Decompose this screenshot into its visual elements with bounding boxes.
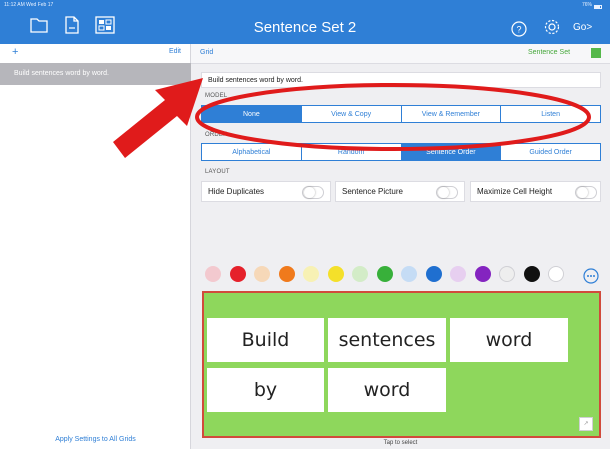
color-swatch[interactable] bbox=[254, 266, 270, 282]
color-swatch[interactable] bbox=[352, 266, 368, 282]
tap-to-select-hint: Tap to select bbox=[383, 440, 418, 446]
status-time: 11:12 AM Wed Feb 17 bbox=[4, 2, 54, 8]
word-cell[interactable]: by bbox=[207, 368, 324, 412]
color-swatch[interactable] bbox=[548, 266, 564, 282]
word-cell[interactable]: sentences bbox=[328, 318, 446, 362]
battery-status: 76% bbox=[581, 2, 604, 9]
color-swatch[interactable] bbox=[499, 266, 515, 282]
color-swatch[interactable] bbox=[474, 266, 491, 282]
go-label: Go bbox=[573, 22, 587, 33]
color-swatch[interactable] bbox=[229, 266, 246, 282]
edit-button[interactable]: Edit bbox=[169, 48, 181, 55]
hide-duplicates-label: Hide Duplicates bbox=[208, 187, 265, 196]
svg-text:?: ? bbox=[516, 25, 521, 35]
color-palette bbox=[205, 266, 565, 284]
word-cell[interactable]: word bbox=[328, 368, 446, 412]
app-window: 11:12 AM Wed Feb 17 76% Sentence Set 2 ? bbox=[0, 0, 610, 449]
hide-duplicates-toggle[interactable] bbox=[302, 186, 324, 199]
color-swatch[interactable] bbox=[376, 266, 393, 282]
maximize-cell-height-label: Maximize Cell Height bbox=[477, 187, 553, 196]
top-navigation-bar: 11:12 AM Wed Feb 17 76% Sentence Set 2 ? bbox=[0, 0, 610, 44]
maximize-cell-height-row: Maximize Cell Height bbox=[470, 181, 601, 202]
help-icon[interactable]: ? bbox=[511, 20, 527, 38]
battery-percent: 76% bbox=[581, 2, 592, 8]
chevron-right-icon: > bbox=[586, 22, 593, 33]
layout-section-label: LAYOUT bbox=[205, 169, 230, 175]
color-swatch[interactable] bbox=[303, 266, 319, 282]
word-cell[interactable]: Build bbox=[207, 318, 324, 362]
grid-back-button[interactable]: Grid bbox=[200, 49, 213, 56]
sentence-set-label: Sentence Set bbox=[528, 49, 571, 56]
sentence-grid: Build sentences word by word ↗ bbox=[202, 291, 601, 438]
color-swatch[interactable] bbox=[401, 266, 417, 282]
color-swatch[interactable] bbox=[425, 266, 442, 282]
resize-handle-icon[interactable]: ↗ bbox=[579, 417, 593, 431]
color-swatch[interactable] bbox=[450, 266, 466, 282]
sentence-picture-label: Sentence Picture bbox=[342, 187, 403, 196]
more-colors-icon[interactable] bbox=[583, 268, 599, 284]
add-sentence-button[interactable]: + bbox=[12, 46, 18, 58]
sentence-picture-toggle[interactable] bbox=[436, 186, 458, 199]
maximize-cell-height-toggle[interactable] bbox=[575, 186, 597, 199]
go-button[interactable]: Go> bbox=[573, 22, 592, 33]
battery-icon bbox=[594, 5, 602, 9]
sentence-set-color-icon bbox=[591, 48, 601, 58]
color-swatch[interactable] bbox=[523, 266, 540, 282]
status-bar: 11:12 AM Wed Feb 17 76% bbox=[0, 0, 610, 10]
apply-settings-button[interactable]: Apply Settings to All Grids bbox=[0, 436, 191, 443]
gear-icon[interactable] bbox=[543, 18, 561, 36]
sentence-picture-row: Sentence Picture bbox=[335, 181, 465, 202]
annotation-ellipse bbox=[195, 83, 591, 151]
word-cell[interactable]: word bbox=[450, 318, 568, 362]
grid-header: Grid Sentence Set bbox=[191, 44, 610, 64]
color-swatch[interactable] bbox=[205, 266, 221, 282]
hide-duplicates-row: Hide Duplicates bbox=[201, 181, 331, 202]
color-swatch[interactable] bbox=[327, 266, 344, 282]
color-swatch[interactable] bbox=[278, 266, 295, 282]
